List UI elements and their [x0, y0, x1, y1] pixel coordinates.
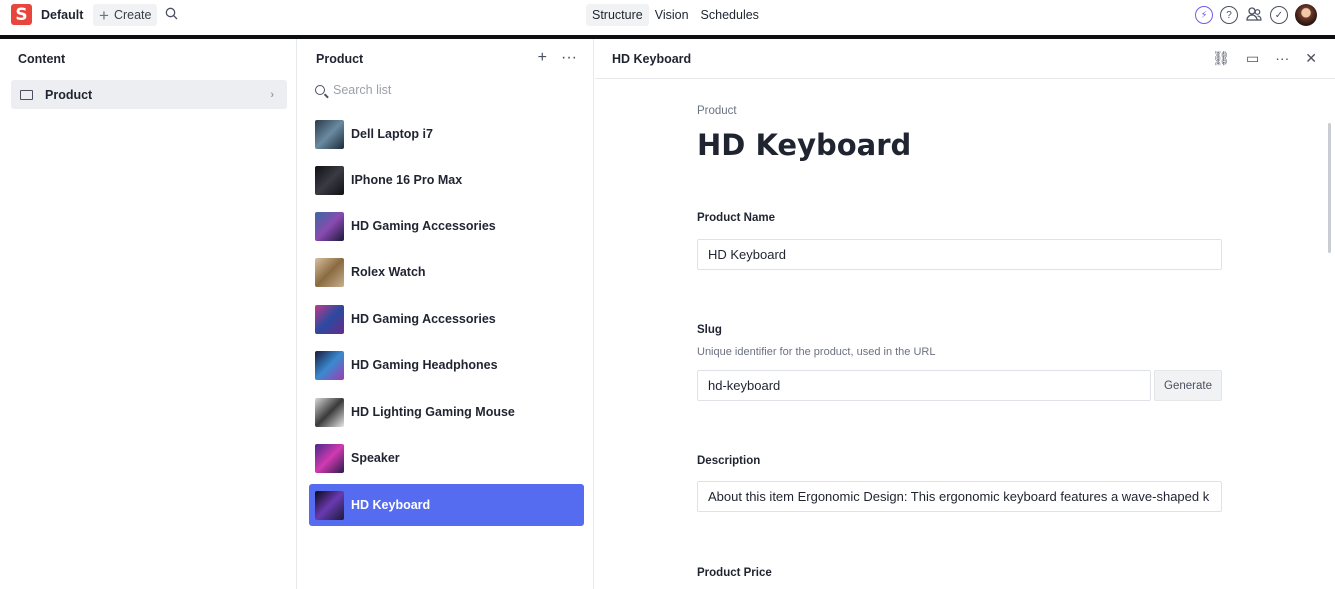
tab-schedules[interactable]: Schedules: [695, 4, 765, 26]
list-item-selected[interactable]: HD Keyboard: [309, 484, 584, 526]
more-icon[interactable]: ···: [561, 49, 577, 67]
product-name-field[interactable]: HD Keyboard: [697, 239, 1222, 270]
list-item-label: HD Lighting Gaming Mouse: [351, 405, 515, 419]
slug-field[interactable]: hd-keyboard: [697, 370, 1151, 401]
tab-structure[interactable]: Structure: [586, 4, 649, 26]
app-logo[interactable]: S: [11, 4, 32, 25]
slug-label: Slug: [697, 324, 722, 336]
product-thumbnail: [315, 165, 344, 195]
list-item-label: HD Gaming Headphones: [351, 358, 498, 372]
page-title: HD Keyboard: [697, 128, 912, 162]
close-icon[interactable]: ✕: [1305, 50, 1317, 67]
product-thumbnail: [315, 119, 344, 149]
list-item[interactable]: IPhone 16 Pro Max: [309, 159, 584, 201]
generate-button[interactable]: Generate: [1154, 370, 1222, 401]
document-form: Product HD Keyboard Product Name HD Keyb…: [697, 105, 1223, 579]
description-label: Description: [697, 455, 761, 467]
folder-icon: [20, 89, 33, 100]
list-item[interactable]: Dell Laptop i7: [309, 113, 584, 155]
content-item-product[interactable]: Product ›: [11, 80, 287, 109]
search-icon: [315, 85, 325, 95]
users-icon[interactable]: [1245, 5, 1263, 26]
product-list-pane: Product + ··· Search list Dell Laptop i7…: [298, 39, 594, 589]
chevron-right-icon: ›: [270, 88, 274, 101]
product-thumbnail: [315, 350, 344, 380]
content-item-label: Product: [45, 87, 93, 102]
scrollbar[interactable]: [1328, 123, 1331, 253]
list-item[interactable]: HD Gaming Headphones: [309, 344, 584, 386]
product-name-label: Product Name: [697, 212, 775, 224]
workspace-switcher[interactable]: Default: [41, 8, 83, 22]
slug-description: Unique identifier for the product, used …: [697, 346, 936, 358]
product-price-label: Product Price: [697, 567, 772, 579]
top-bar: S Default + Create Structure Vision Sche…: [0, 0, 1335, 33]
list-item[interactable]: HD Lighting Gaming Mouse: [309, 391, 584, 433]
create-button[interactable]: + Create: [93, 4, 158, 26]
bolt-icon[interactable]: ⚡: [1195, 6, 1213, 24]
comment-icon[interactable]: ▭: [1246, 50, 1259, 67]
content-pane: Content Product ›: [0, 39, 297, 589]
search-list-placeholder: Search list: [333, 83, 392, 97]
plus-icon: +: [99, 5, 109, 25]
list-item-label: HD Gaming Accessories: [351, 312, 496, 326]
link-icon[interactable]: ⛓: [1212, 50, 1230, 67]
breadcrumb: Product: [697, 105, 737, 117]
search-icon[interactable]: [165, 7, 178, 23]
list-item-label: Dell Laptop i7: [351, 127, 433, 141]
plus-icon[interactable]: +: [538, 49, 547, 67]
create-button-label: Create: [113, 8, 152, 22]
doc-actions: ⛓ ▭ ··· ✕: [1212, 50, 1317, 67]
product-thumbnail: [315, 211, 344, 241]
product-thumbnail: [315, 490, 344, 520]
tab-vision[interactable]: Vision: [649, 4, 695, 26]
help-icon[interactable]: ?: [1220, 6, 1238, 24]
list-item-label: IPhone 16 Pro Max: [351, 173, 463, 187]
list-item[interactable]: Speaker: [309, 437, 584, 479]
product-thumbnail: [315, 443, 344, 473]
description-field[interactable]: About this item Ergonomic Design: This e…: [697, 481, 1222, 512]
search-list-input[interactable]: Search list: [315, 83, 391, 97]
product-thumbnail: [315, 304, 344, 334]
list-item[interactable]: Rolex Watch: [309, 251, 584, 293]
top-right-tools: ⚡ ? ✓: [1195, 4, 1317, 26]
list-item-label: HD Gaming Accessories: [351, 219, 496, 233]
product-thumbnail: [315, 257, 344, 287]
list-actions: + ···: [538, 49, 577, 67]
list-item-label: Speaker: [351, 451, 400, 465]
product-thumbnail: [315, 397, 344, 427]
avatar[interactable]: [1295, 4, 1317, 26]
list-item[interactable]: HD Gaming Accessories: [309, 205, 584, 247]
tasks-icon[interactable]: ✓: [1270, 6, 1288, 24]
list-item-label: HD Keyboard: [351, 498, 431, 512]
document-pane: HD Keyboard ⛓ ▭ ··· ✕ Product HD Keyboar…: [595, 39, 1335, 589]
content-pane-title: Content: [18, 52, 66, 66]
more-icon[interactable]: ···: [1275, 50, 1289, 67]
list-item[interactable]: HD Gaming Accessories: [309, 298, 584, 340]
list-item-label: Rolex Watch: [351, 265, 426, 279]
main-nav: Structure Vision Schedules: [586, 4, 765, 26]
